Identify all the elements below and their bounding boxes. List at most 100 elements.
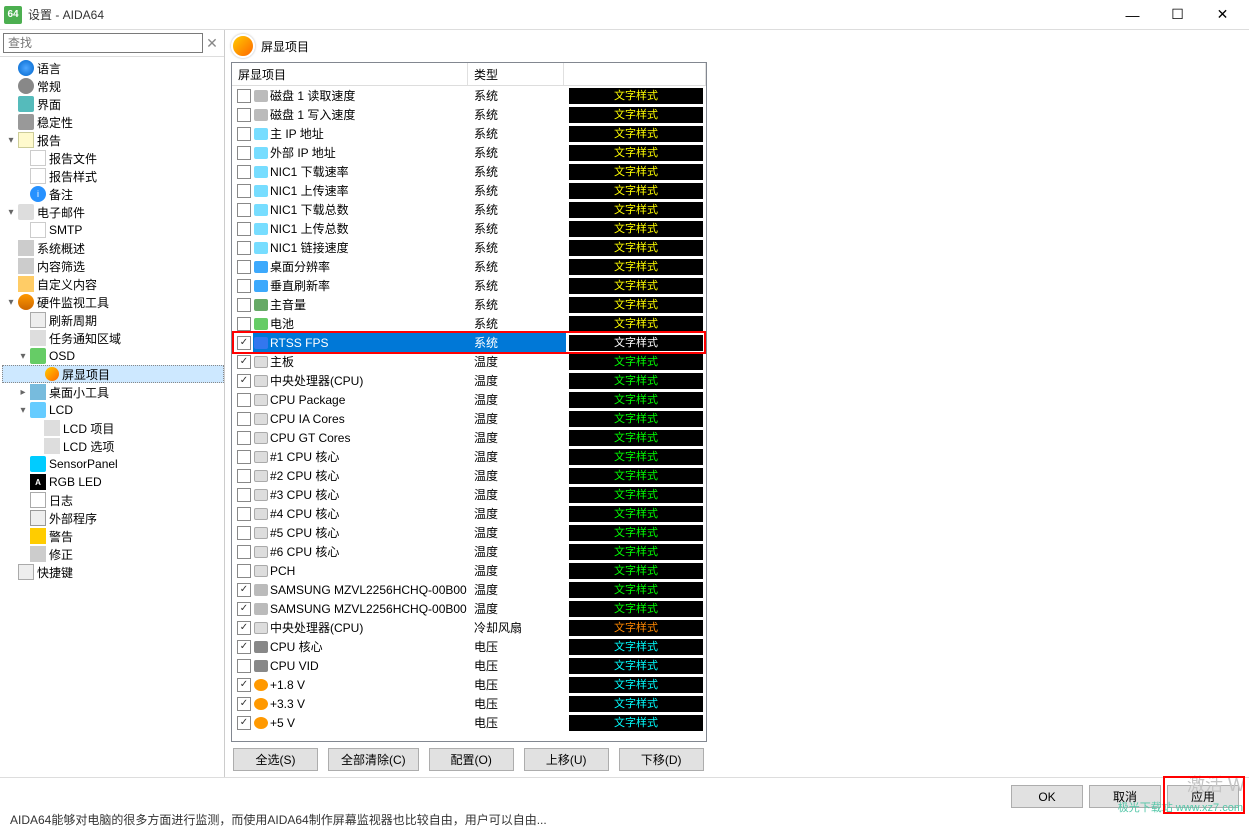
table-row[interactable]: NIC1 上传总数系统文字样式 bbox=[232, 219, 706, 238]
tree-item-14[interactable]: 刷新周期 bbox=[2, 311, 224, 329]
cell-style[interactable]: 文字样式 bbox=[566, 239, 706, 257]
table-row[interactable]: ✓CPU 核心电压文字样式 bbox=[232, 637, 706, 656]
cell-style[interactable]: 文字样式 bbox=[566, 106, 706, 124]
cell-style[interactable]: 文字样式 bbox=[566, 296, 706, 314]
tree-toggle-icon[interactable]: ▾ bbox=[4, 207, 18, 218]
table-row[interactable]: ✓中央处理器(CPU)冷却风扇文字样式 bbox=[232, 618, 706, 637]
text-style-button[interactable]: 文字样式 bbox=[569, 677, 703, 693]
row-checkbox[interactable] bbox=[237, 526, 251, 540]
move-up-button[interactable]: 上移(U) bbox=[524, 748, 609, 771]
clear-all-button[interactable]: 全部清除(C) bbox=[328, 748, 419, 771]
tree-item-25[interactable]: 外部程序 bbox=[2, 509, 224, 527]
table-row[interactable]: ✓+1.8 V电压文字样式 bbox=[232, 675, 706, 694]
table-body[interactable]: 磁盘 1 读取速度系统文字样式磁盘 1 写入速度系统文字样式主 IP 地址系统文… bbox=[232, 86, 706, 741]
text-style-button[interactable]: 文字样式 bbox=[569, 183, 703, 199]
cell-style[interactable]: 文字样式 bbox=[566, 277, 706, 295]
table-row[interactable]: 磁盘 1 写入速度系统文字样式 bbox=[232, 105, 706, 124]
row-checkbox[interactable]: ✓ bbox=[237, 678, 251, 692]
minimize-button[interactable]: — bbox=[1110, 0, 1155, 30]
tree-item-13[interactable]: ▾硬件监视工具 bbox=[2, 293, 224, 311]
col-item[interactable]: 屏显项目 bbox=[232, 63, 468, 85]
text-style-button[interactable]: 文字样式 bbox=[569, 544, 703, 560]
text-style-button[interactable]: 文字样式 bbox=[569, 107, 703, 123]
tree-item-11[interactable]: 内容筛选 bbox=[2, 257, 224, 275]
cell-style[interactable]: 文字样式 bbox=[566, 144, 706, 162]
table-row[interactable]: 主音量系统文字样式 bbox=[232, 295, 706, 314]
text-style-button[interactable]: 文字样式 bbox=[569, 487, 703, 503]
table-row[interactable]: 外部 IP 地址系统文字样式 bbox=[232, 143, 706, 162]
table-row[interactable]: #5 CPU 核心温度文字样式 bbox=[232, 523, 706, 542]
tree-item-5[interactable]: 报告文件 bbox=[2, 149, 224, 167]
tree-item-28[interactable]: 快捷键 bbox=[2, 563, 224, 581]
tree-item-0[interactable]: 语言 bbox=[2, 59, 224, 77]
row-checkbox[interactable] bbox=[237, 127, 251, 141]
clear-search-icon[interactable]: ✕ bbox=[203, 35, 221, 52]
tree-item-6[interactable]: 报告样式 bbox=[2, 167, 224, 185]
tree-toggle-icon[interactable]: ▾ bbox=[16, 351, 30, 362]
tree-item-12[interactable]: 自定义内容 bbox=[2, 275, 224, 293]
cell-style[interactable]: 文字样式 bbox=[566, 372, 706, 390]
cancel-button[interactable]: 取消 bbox=[1089, 785, 1161, 808]
cell-style[interactable]: 文字样式 bbox=[566, 163, 706, 181]
tree-item-16[interactable]: ▾OSD bbox=[2, 347, 224, 365]
row-checkbox[interactable]: ✓ bbox=[237, 374, 251, 388]
tree-item-15[interactable]: 任务通知区域 bbox=[2, 329, 224, 347]
table-row[interactable]: #6 CPU 核心温度文字样式 bbox=[232, 542, 706, 561]
text-style-button[interactable]: 文字样式 bbox=[569, 506, 703, 522]
text-style-button[interactable]: 文字样式 bbox=[569, 601, 703, 617]
table-row[interactable]: CPU Package温度文字样式 bbox=[232, 390, 706, 409]
cell-style[interactable]: 文字样式 bbox=[566, 562, 706, 580]
table-row[interactable]: PCH温度文字样式 bbox=[232, 561, 706, 580]
table-row[interactable]: #1 CPU 核心温度文字样式 bbox=[232, 447, 706, 466]
row-checkbox[interactable] bbox=[237, 184, 251, 198]
row-checkbox[interactable] bbox=[237, 545, 251, 559]
tree-item-1[interactable]: 常规 bbox=[2, 77, 224, 95]
table-row[interactable]: #2 CPU 核心温度文字样式 bbox=[232, 466, 706, 485]
cell-style[interactable]: 文字样式 bbox=[566, 429, 706, 447]
tree-item-23[interactable]: ARGB LED bbox=[2, 473, 224, 491]
cell-style[interactable]: 文字样式 bbox=[566, 695, 706, 713]
table-row[interactable]: 垂直刷新率系统文字样式 bbox=[232, 276, 706, 295]
row-checkbox[interactable]: ✓ bbox=[237, 697, 251, 711]
row-checkbox[interactable] bbox=[237, 298, 251, 312]
tree-toggle-icon[interactable]: ▾ bbox=[16, 405, 30, 416]
table-row[interactable]: NIC1 下载速率系统文字样式 bbox=[232, 162, 706, 181]
text-style-button[interactable]: 文字样式 bbox=[569, 696, 703, 712]
cell-style[interactable]: 文字样式 bbox=[566, 657, 706, 675]
cell-style[interactable]: 文字样式 bbox=[566, 410, 706, 428]
cell-style[interactable]: 文字样式 bbox=[566, 315, 706, 333]
row-checkbox[interactable] bbox=[237, 89, 251, 103]
cell-style[interactable]: 文字样式 bbox=[566, 600, 706, 618]
text-style-button[interactable]: 文字样式 bbox=[569, 297, 703, 313]
cell-style[interactable]: 文字样式 bbox=[566, 467, 706, 485]
text-style-button[interactable]: 文字样式 bbox=[569, 658, 703, 674]
tree-item-22[interactable]: SensorPanel bbox=[2, 455, 224, 473]
table-row[interactable]: ✓SAMSUNG MZVL2256HCHQ-00B00温度文字样式 bbox=[232, 580, 706, 599]
text-style-button[interactable]: 文字样式 bbox=[569, 639, 703, 655]
tree-item-24[interactable]: 日志 bbox=[2, 491, 224, 509]
row-checkbox[interactable] bbox=[237, 507, 251, 521]
ok-button[interactable]: OK bbox=[1011, 785, 1083, 808]
tree-toggle-icon[interactable]: ▾ bbox=[4, 297, 18, 308]
cell-style[interactable]: 文字样式 bbox=[566, 201, 706, 219]
row-checkbox[interactable] bbox=[237, 222, 251, 236]
table-row[interactable]: CPU IA Cores温度文字样式 bbox=[232, 409, 706, 428]
table-row[interactable]: 桌面分辨率系统文字样式 bbox=[232, 257, 706, 276]
text-style-button[interactable]: 文字样式 bbox=[569, 335, 703, 351]
text-style-button[interactable]: 文字样式 bbox=[569, 278, 703, 294]
table-row[interactable]: ✓主板温度文字样式 bbox=[232, 352, 706, 371]
text-style-button[interactable]: 文字样式 bbox=[569, 582, 703, 598]
text-style-button[interactable]: 文字样式 bbox=[569, 126, 703, 142]
cell-style[interactable]: 文字样式 bbox=[566, 182, 706, 200]
table-row[interactable]: 主 IP 地址系统文字样式 bbox=[232, 124, 706, 143]
table-row[interactable]: NIC1 下载总数系统文字样式 bbox=[232, 200, 706, 219]
row-checkbox[interactable]: ✓ bbox=[237, 583, 251, 597]
titlebar[interactable]: 64 设置 - AIDA64 — ☐ ✕ bbox=[0, 0, 1249, 30]
row-checkbox[interactable] bbox=[237, 279, 251, 293]
maximize-button[interactable]: ☐ bbox=[1155, 0, 1200, 30]
row-checkbox[interactable] bbox=[237, 165, 251, 179]
cell-style[interactable]: 文字样式 bbox=[566, 638, 706, 656]
text-style-button[interactable]: 文字样式 bbox=[569, 430, 703, 446]
move-down-button[interactable]: 下移(D) bbox=[619, 748, 704, 771]
table-row[interactable]: CPU GT Cores温度文字样式 bbox=[232, 428, 706, 447]
